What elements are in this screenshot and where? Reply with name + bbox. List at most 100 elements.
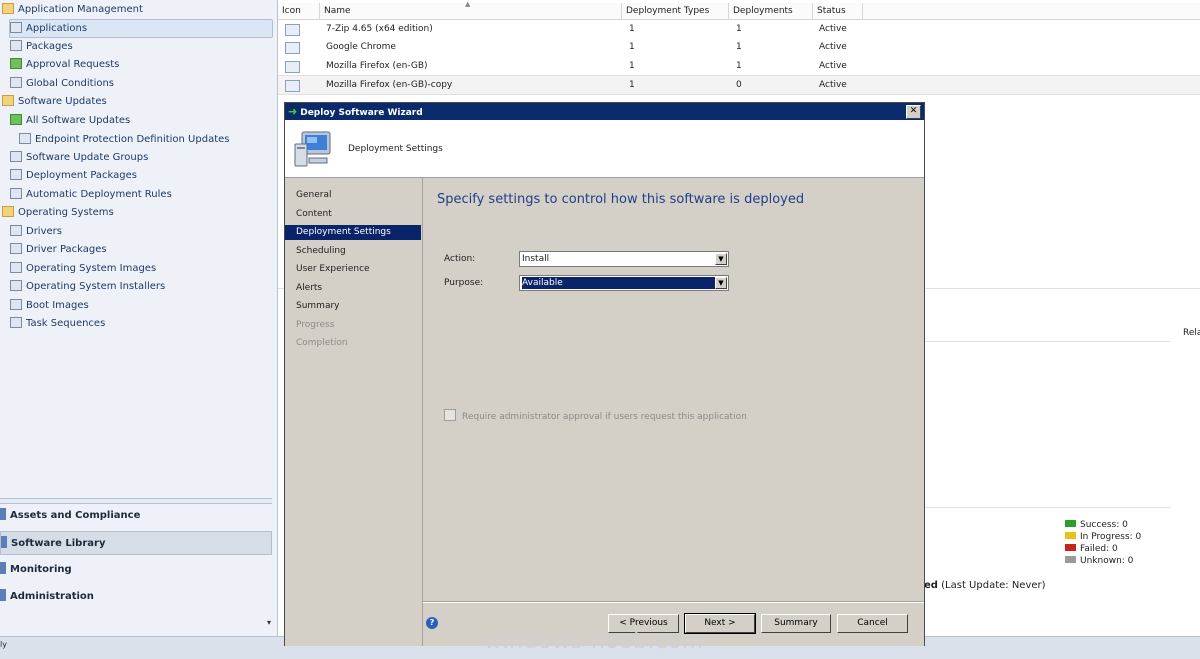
tree-item-application-management[interactable]: Application Management	[2, 1, 143, 18]
workspace-software-library[interactable]: Software Library	[0, 531, 272, 555]
help-icon[interactable]: ?	[426, 617, 438, 629]
table-row[interactable]: Google Chrome 1 1 Active	[278, 38, 1200, 56]
require-approval-checkbox	[444, 409, 456, 421]
boot-image-icon	[10, 299, 22, 310]
os-image-icon	[10, 262, 22, 273]
update-group-icon	[10, 151, 22, 162]
tree-item-label: Operating System Installers	[26, 281, 166, 292]
column-header-deployment-types[interactable]: Deployment Types	[622, 3, 729, 19]
step-summary[interactable]: Summary	[285, 299, 421, 314]
table-row[interactable]: 7-Zip 4.65 (x64 edition) 1 1 Active	[278, 20, 1200, 38]
tree-item-label: Task Sequences	[26, 318, 106, 329]
table-row[interactable]: Mozilla Firefox (en-GB) 1 1 Active	[278, 57, 1200, 75]
cell-name: Mozilla Firefox (en-GB)-copy	[326, 80, 453, 90]
application-icon	[285, 76, 300, 99]
wizard-content: Specify settings to control how this sof…	[423, 178, 924, 646]
step-content[interactable]: Content	[285, 207, 421, 222]
table-row[interactable]: Mozilla Firefox (en-GB)-copy 1 0 Active	[278, 75, 1200, 95]
dropdown-arrow-icon[interactable]: ▼	[715, 253, 727, 265]
workspace-label: Monitoring	[10, 564, 72, 575]
tree-item-os-images[interactable]: Operating System Images	[10, 260, 156, 277]
tree-item-label: Automatic Deployment Rules	[26, 189, 172, 200]
require-approval-option: Require administrator approval if users …	[444, 409, 747, 422]
legend-success: Success: 0	[1065, 519, 1128, 531]
tree-item-packages[interactable]: Packages	[10, 38, 73, 55]
step-deployment-settings[interactable]: Deployment Settings	[285, 225, 421, 240]
tree-item-operating-systems[interactable]: Operating Systems	[2, 204, 114, 221]
wizard-title-bar[interactable]: ➜ Deploy Software Wizard ✕	[285, 103, 924, 120]
require-approval-label: Require administrator approval if users …	[462, 412, 747, 422]
chevron-down-icon[interactable]: ▾	[267, 618, 271, 627]
tree-item-software-update-groups[interactable]: Software Update Groups	[10, 149, 148, 166]
legend-swatch	[1065, 520, 1076, 527]
cell-deployment-types: 1	[629, 42, 635, 52]
package-icon	[10, 169, 22, 180]
tree-item-label: Drivers	[26, 226, 62, 237]
tree-item-endpoint-protection-updates[interactable]: Endpoint Protection Definition Updates	[19, 131, 229, 148]
column-header-status[interactable]: Status	[813, 3, 863, 19]
section-divider	[925, 341, 1171, 342]
package-icon	[10, 40, 22, 51]
tree-item-label: Boot Images	[26, 300, 89, 311]
rule-icon	[10, 188, 22, 199]
cell-deployments: 1	[736, 42, 742, 52]
purpose-label: Purpose:	[444, 278, 484, 288]
updates-icon	[19, 133, 31, 144]
cell-name: Mozilla Firefox (en-GB)	[326, 61, 428, 71]
cell-deployment-types: 1	[629, 61, 635, 71]
workspace-monitoring[interactable]: Monitoring	[0, 558, 272, 582]
section-divider	[925, 507, 1171, 508]
driver-icon	[10, 225, 22, 236]
workspace-administration[interactable]: Administration	[0, 585, 272, 609]
tree-item-label: Software Updates	[18, 96, 107, 107]
tree-item-label: Endpoint Protection Definition Updates	[35, 134, 230, 145]
tree-item-deployment-packages[interactable]: Deployment Packages	[10, 167, 137, 184]
tree-item-software-updates[interactable]: Software Updates	[2, 93, 107, 110]
cell-name: 7-Zip 4.65 (x64 edition)	[326, 24, 433, 34]
tree-item-drivers[interactable]: Drivers	[10, 223, 62, 240]
legend-unknown: Unknown: 0	[1065, 555, 1133, 567]
cell-name: Google Chrome	[326, 42, 396, 52]
column-header-deployments[interactable]: Deployments	[729, 3, 813, 19]
related-objects-label: Rela	[1183, 328, 1200, 338]
action-select-value: Install	[522, 254, 550, 264]
step-user-experience[interactable]: User Experience	[285, 262, 421, 277]
sort-ascending-icon: ▲	[465, 0, 471, 8]
workspace-assets-and-compliance[interactable]: Assets and Compliance	[0, 504, 272, 528]
tree-item-label: All Software Updates	[26, 115, 131, 126]
folder-icon	[2, 3, 14, 14]
legend-label: Unknown: 0	[1080, 556, 1134, 566]
column-header-icon[interactable]: Icon	[278, 3, 320, 19]
close-button[interactable]: ✕	[906, 105, 921, 119]
wizard-arrow-icon: ➜	[288, 105, 298, 118]
summary-button[interactable]: Summary	[761, 614, 831, 633]
monitoring-icon	[0, 562, 6, 574]
action-select[interactable]: Install ▼	[519, 251, 729, 267]
application-icon	[10, 22, 22, 33]
tree-item-global-conditions[interactable]: Global Conditions	[10, 75, 114, 92]
button-area-divider	[423, 601, 924, 603]
column-header-name[interactable]: Name	[320, 3, 622, 19]
purpose-select[interactable]: Available ▼	[519, 275, 729, 291]
step-alerts[interactable]: Alerts	[285, 281, 421, 296]
tree-item-applications[interactable]: Applications	[9, 19, 273, 38]
tree-item-automatic-deployment-rules[interactable]: Automatic Deployment Rules	[10, 186, 172, 203]
step-general[interactable]: General	[285, 188, 421, 203]
deploy-software-wizard: ➜ Deploy Software Wizard ✕ Deployment Set…	[284, 102, 925, 646]
step-completion: Completion	[296, 338, 348, 348]
cell-status: Active	[819, 61, 847, 71]
tree-item-all-software-updates[interactable]: All Software Updates	[10, 112, 130, 129]
library-icon	[1, 536, 7, 548]
folder-icon	[2, 206, 14, 217]
step-scheduling[interactable]: Scheduling	[285, 244, 421, 259]
cancel-button[interactable]: Cancel	[837, 614, 908, 633]
tree-item-os-installers[interactable]: Operating System Installers	[10, 278, 165, 295]
tree-item-label: Application Management	[18, 4, 143, 15]
cell-status: Active	[819, 42, 847, 52]
tree-item-approval-requests[interactable]: Approval Requests	[10, 56, 119, 73]
dropdown-arrow-icon[interactable]: ▼	[715, 277, 727, 289]
tree-item-task-sequences[interactable]: Task Sequences	[10, 315, 105, 332]
status-partial-text: ed	[924, 580, 938, 591]
tree-item-driver-packages[interactable]: Driver Packages	[10, 241, 107, 258]
tree-item-boot-images[interactable]: Boot Images	[10, 297, 89, 314]
